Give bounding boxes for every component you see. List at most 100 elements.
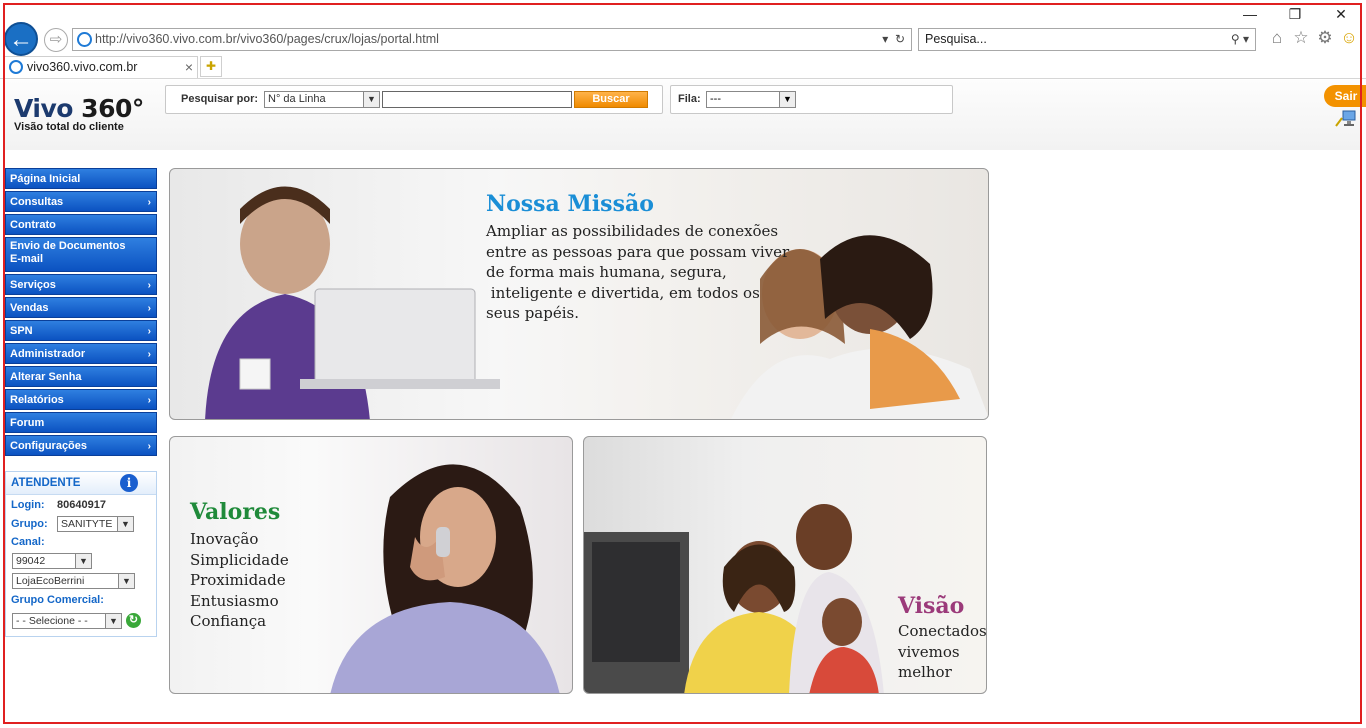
vision-banner: Visão Conectados vivemos melhor — [583, 436, 987, 694]
forward-button[interactable]: ⇨ — [44, 28, 68, 52]
computer-icon[interactable] — [1335, 110, 1357, 128]
chrome-divider — [0, 78, 1366, 79]
restore-button[interactable]: ❐ — [1285, 6, 1305, 23]
menu-item-label: SPN — [10, 325, 33, 337]
search-label: Pesquisar por: — [181, 93, 259, 105]
mission-text: Ampliar as possibilidades de conexões en… — [486, 222, 790, 322]
menu-item-label: Vendas — [10, 302, 49, 314]
grupo-label: Grupo: — [11, 518, 48, 530]
menu-item-relatorios[interactable]: Relatórios › — [5, 389, 157, 410]
search-type-select[interactable]: N° da Linha ▼ — [264, 91, 380, 108]
loja-select[interactable]: LojaEcoBerrini ▼ — [12, 573, 135, 589]
menu-item-label: Relatórios — [10, 394, 64, 406]
menu-item-pagina-inicial[interactable]: Página Inicial — [5, 168, 157, 189]
sidebar-menu: Página Inicial Consultas › Contrato Envio… — [5, 168, 157, 458]
logo-subtitle: Visão total do cliente — [14, 121, 124, 133]
minimize-button[interactable]: — — [1240, 6, 1260, 22]
menu-item-envio-documentos[interactable]: Envio de Documentos E-mail — [5, 237, 157, 272]
fila-select[interactable]: --- ▼ — [706, 91, 796, 108]
search-input[interactable] — [382, 91, 572, 108]
canal-select[interactable]: 99042 ▼ — [12, 553, 92, 569]
chevron-down-icon: ▼ — [363, 92, 379, 107]
fila-value: --- — [710, 93, 721, 105]
close-tab-icon[interactable]: × — [185, 57, 193, 77]
fila-panel: Fila: --- ▼ — [670, 85, 953, 114]
address-controls[interactable]: ▾ ↻ — [882, 29, 905, 50]
logo-number: 360° — [81, 94, 144, 123]
menu-item-alterar-senha[interactable]: Alterar Senha — [5, 366, 157, 387]
menu-item-vendas[interactable]: Vendas › — [5, 297, 157, 318]
grupo-value: SANITYTE — [61, 518, 113, 530]
menu-item-contrato[interactable]: Contrato — [5, 214, 157, 235]
grupo-comercial-label: Grupo Comercial: — [11, 594, 104, 606]
search-type-value: N° da Linha — [268, 93, 326, 105]
browser-search-box[interactable]: Pesquisa... ⚲ ▾ — [918, 28, 1256, 51]
new-tab-icon: ✚ — [205, 59, 217, 73]
chevron-right-icon: › — [147, 303, 151, 314]
new-tab-button[interactable]: ✚ — [200, 56, 222, 77]
refresh-icon[interactable]: ↻ — [126, 613, 141, 628]
menu-item-label: Administrador — [10, 348, 86, 360]
loja-value: LojaEcoBerrini — [16, 575, 85, 587]
search-button[interactable]: Buscar — [574, 91, 648, 108]
menu-item-spn[interactable]: SPN › — [5, 320, 157, 341]
mission-title: Nossa Missão — [486, 191, 654, 217]
menu-item-label: Contrato — [10, 219, 56, 231]
browser-search-placeholder: Pesquisa... — [925, 32, 987, 46]
info-icon[interactable]: i — [120, 474, 138, 492]
values-banner: Valores Inovação Simplicidade Proximidad… — [169, 436, 573, 694]
grupo-select[interactable]: SANITYTE ▼ — [57, 516, 134, 532]
star-icon[interactable]: ☆ — [1290, 28, 1312, 48]
app-header: Vivo 360° Visão total do cliente Pesquis… — [5, 80, 1366, 150]
menu-item-label: Serviços — [10, 279, 56, 291]
canal-value: 99042 — [16, 555, 46, 567]
menu-item-configuracoes[interactable]: Configurações › — [5, 435, 157, 456]
vision-title: Visão — [898, 593, 965, 619]
vision-text: Conectados vivemos melhor — [898, 622, 987, 681]
menu-item-administrador[interactable]: Administrador › — [5, 343, 157, 364]
chevron-down-icon: ▼ — [117, 517, 133, 531]
smiley-icon[interactable]: ☺ — [1338, 28, 1360, 48]
menu-item-label: Configurações — [10, 440, 88, 452]
close-window-button[interactable]: ✕ — [1331, 6, 1351, 23]
attendant-panel: ATENDENTE i Login: 80640917 Grupo: SANIT… — [5, 471, 157, 637]
browser-chrome: — ❐ ✕ ← ⇨ http://vivo360.vivo.com.br/viv… — [0, 0, 1366, 80]
logo-name: Vivo — [14, 94, 73, 123]
grupo-comercial-select[interactable]: - - Selecione - - ▼ — [12, 613, 122, 629]
login-value: 80640917 — [57, 499, 106, 511]
search-panel: Pesquisar por: N° da Linha ▼ Buscar — [165, 85, 663, 114]
chevron-right-icon: › — [147, 395, 151, 406]
back-button[interactable]: ← — [4, 22, 38, 56]
address-url: http://vivo360.vivo.com.br/vivo360/pages… — [95, 32, 439, 46]
attendant-header: ATENDENTE i — [6, 472, 156, 495]
menu-item-forum[interactable]: Forum — [5, 412, 157, 433]
attendant-title: ATENDENTE — [11, 477, 81, 489]
values-title: Valores — [190, 499, 281, 525]
dropdown-icon[interactable]: ▾ — [882, 32, 888, 46]
chevron-down-icon: ▼ — [105, 614, 121, 628]
refresh-icon[interactable]: ↻ — [895, 32, 905, 46]
ie-page-icon — [77, 32, 92, 47]
forward-arrow-icon: ⇨ — [49, 31, 63, 48]
browser-tab[interactable]: vivo360.vivo.com.br × — [4, 56, 198, 78]
menu-item-label: Envio de Documentos E-mail — [10, 240, 126, 265]
chevron-down-icon: ▼ — [779, 92, 795, 107]
logout-button[interactable]: Sair — [1324, 85, 1366, 107]
menu-item-label: Consultas — [10, 196, 64, 208]
values-text: Inovação Simplicidade Proximidade Entusi… — [190, 530, 289, 630]
chevron-right-icon: › — [147, 349, 151, 360]
chevron-right-icon: › — [147, 280, 151, 291]
canal-label: Canal: — [11, 536, 45, 548]
ie-tab-icon — [9, 60, 23, 74]
menu-item-consultas[interactable]: Consultas › — [5, 191, 157, 212]
gear-icon[interactable]: ⚙ — [1314, 28, 1336, 48]
back-arrow-icon: ← — [9, 26, 33, 53]
chevron-down-icon: ▼ — [118, 574, 134, 588]
address-bar[interactable]: http://vivo360.vivo.com.br/vivo360/pages… — [72, 28, 912, 51]
menu-item-label: Página Inicial — [10, 173, 81, 185]
fila-label: Fila: — [678, 93, 701, 105]
search-icon[interactable]: ⚲ ▾ — [1231, 29, 1249, 50]
menu-item-servicos[interactable]: Serviços › — [5, 274, 157, 295]
chevron-right-icon: › — [147, 441, 151, 452]
home-icon[interactable]: ⌂ — [1266, 28, 1288, 48]
